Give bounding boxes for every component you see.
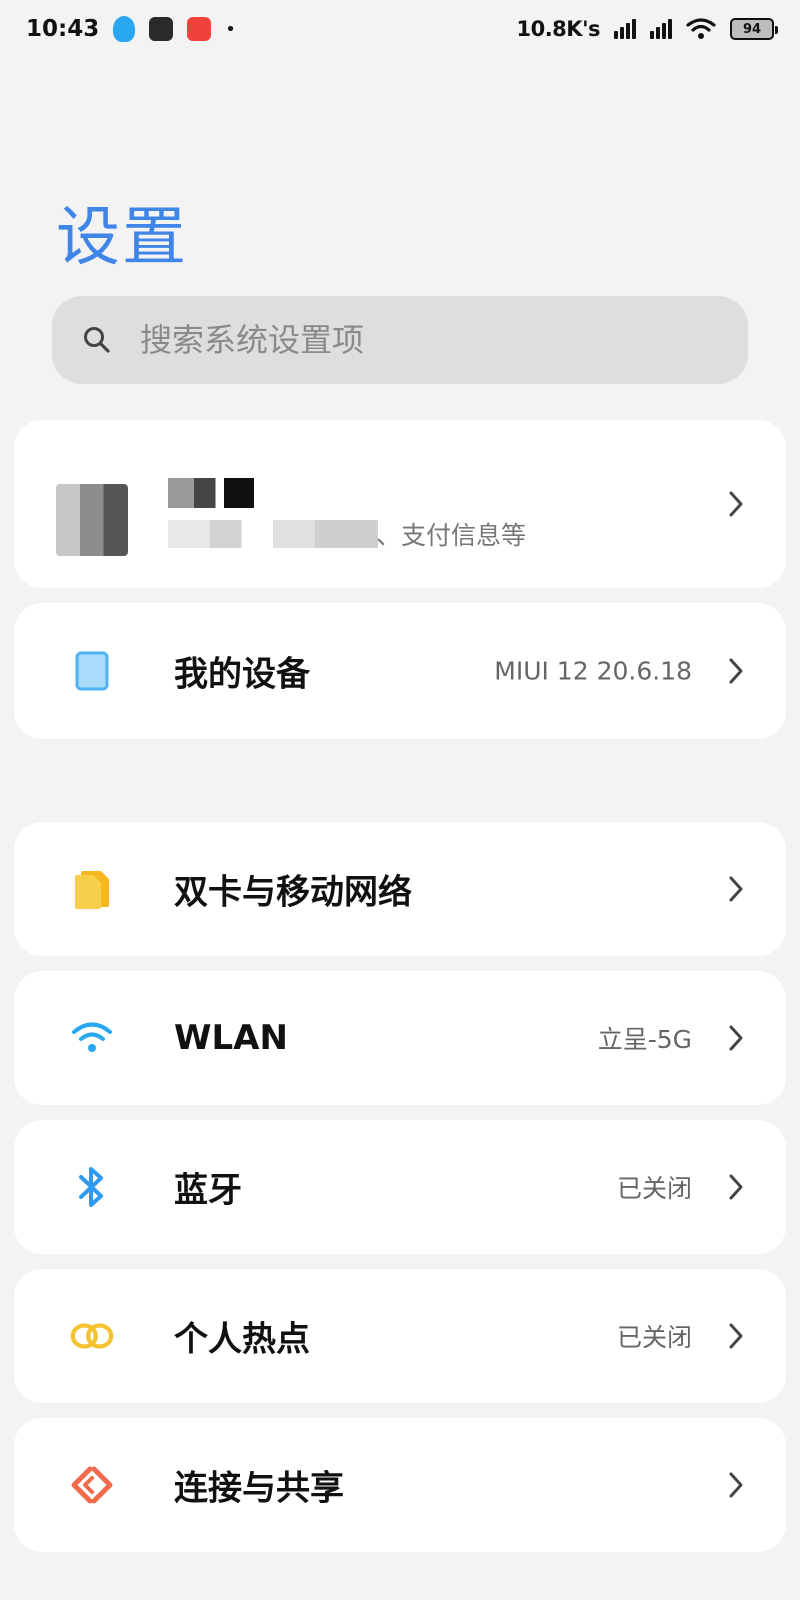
battery-icon: 94 [730,18,778,40]
settings-item-label: 连接与共享 [174,1468,344,1509]
hotspot-icon [70,1314,114,1358]
bluetooth-icon [70,1165,114,1209]
app-notification-icon [149,17,174,41]
chevron-right-icon [729,491,743,517]
status-bar: 10:43 • 10.8K's 94 [0,0,800,58]
account-info-redacted [168,520,378,548]
settings-item-label: 蓝牙 [174,1170,242,1211]
settings-item-value: 已关闭 [616,1323,692,1352]
settings-item-label: 双卡与移动网络 [174,872,412,913]
settings-item-dual-sim[interactable]: 双卡与移动网络 [14,822,786,956]
battery-level: 94 [742,21,762,37]
settings-item-connection-sharing[interactable]: 连接与共享 [14,1418,786,1552]
settings-item-label: 个人热点 [174,1319,310,1360]
settings-item-value: 立呈-5G [597,1025,692,1054]
page-title: 设置 [56,201,188,275]
avatar [56,484,128,556]
chevron-right-icon [729,1025,743,1051]
settings-item-wlan[interactable]: WLAN 立呈-5G [14,971,786,1105]
search-input[interactable] [140,321,700,359]
chevron-right-icon [729,658,743,684]
settings-item-label: 我的设备 [174,654,310,695]
chevron-right-icon [729,876,743,902]
account-card[interactable] [14,420,786,588]
network-speed: 10.8K's [516,17,600,41]
search-icon [84,327,110,353]
more-notifications-dot: • [225,18,236,40]
settings-item-hotspot[interactable]: 个人热点 已关闭 [14,1269,786,1403]
settings-item-value: MIUI 12 20.6.18 [494,656,692,686]
tablet-icon [70,649,114,693]
qq-notification-icon [113,16,136,42]
account-name-redacted [168,478,254,508]
search-bar[interactable] [52,296,748,384]
settings-item-my-device[interactable]: 我的设备 MIUI 12 20.6.18 [14,603,786,739]
chevron-right-icon [729,1323,743,1349]
status-bar-left: 10:43 • [26,16,236,42]
settings-item-bluetooth[interactable]: 蓝牙 已关闭 [14,1120,786,1254]
signal-icon [614,19,636,39]
share-icon [70,1463,114,1507]
settings-item-label: WLAN [174,1018,288,1058]
chevron-right-icon [729,1472,743,1498]
signal-icon-2 [650,19,672,39]
wifi-icon [70,1016,114,1060]
chevron-right-icon [729,1174,743,1200]
clock: 10:43 [26,16,100,42]
wifi-status-icon [686,18,716,39]
app-notification-icon-2 [187,17,212,41]
settings-item-value: 已关闭 [616,1174,692,1203]
sim-card-icon [70,867,114,911]
status-bar-right: 10.8K's 94 [516,17,778,41]
account-subtitle: 、支付信息等 [376,521,527,550]
